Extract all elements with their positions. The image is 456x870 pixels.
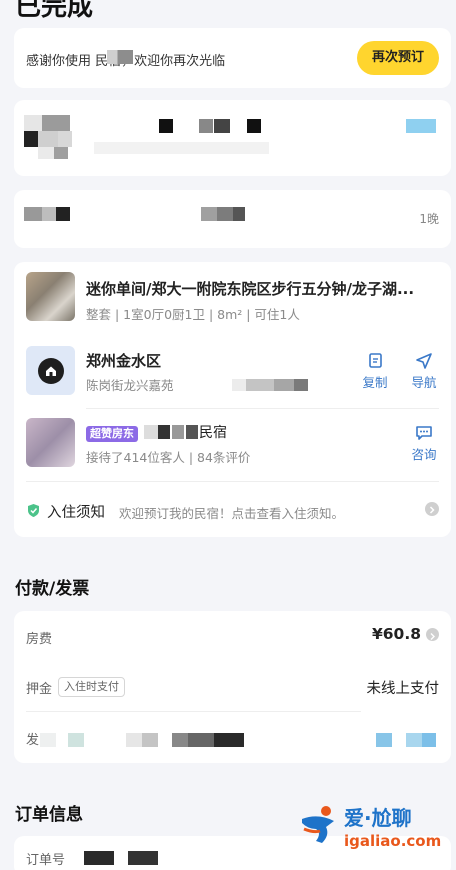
divider xyxy=(26,711,361,712)
redacted-block xyxy=(42,207,56,221)
rebook-button[interactable]: 再次预订 xyxy=(357,41,439,75)
redacted-block xyxy=(172,425,184,439)
nights-count: 1晚 xyxy=(419,212,439,226)
payment-section-title: 付款/发票 xyxy=(15,579,90,599)
stay-dates-card: 1晚 xyxy=(14,190,451,248)
consult-label: 咨询 xyxy=(411,447,437,462)
consult-host-button[interactable]: 咨询 xyxy=(406,424,442,463)
redacted-block xyxy=(422,733,436,747)
check-in-notice-text[interactable]: 欢迎预订我的民宿！点击查看入住须知。 xyxy=(119,503,344,522)
watermark-url: igaliao.com xyxy=(344,832,442,850)
redacted-block xyxy=(128,851,158,865)
watermark-brand: 爱·尬聊 xyxy=(344,806,412,830)
thanks-card: 感谢你使用 民宿，欢迎你再次光临 再次预订 xyxy=(14,28,451,88)
redacted-block xyxy=(376,733,392,747)
room-fee-value[interactable]: ¥60.8 xyxy=(372,625,421,643)
invoice-label: 发 xyxy=(26,733,40,748)
map-thumbnail[interactable] xyxy=(26,346,75,395)
room-details: 整套 | 1室0厅0厨1卫 | 8m² | 可住1人 xyxy=(86,307,300,322)
chat-bubble-icon xyxy=(416,426,432,440)
copy-icon xyxy=(369,353,382,368)
home-marker-icon xyxy=(38,358,64,384)
redacted-block xyxy=(58,131,72,147)
redacted-block xyxy=(42,115,70,131)
check-in-notice-label[interactable]: 入住须知 xyxy=(47,501,105,522)
redacted-info-card xyxy=(14,100,451,176)
check-shield-icon xyxy=(26,503,41,522)
redacted-block xyxy=(158,425,170,439)
redacted-block xyxy=(172,733,188,747)
redacted-block xyxy=(232,379,246,391)
chevron-right-icon[interactable] xyxy=(425,502,439,516)
watermark-logo-icon xyxy=(296,803,340,851)
redacted-block xyxy=(217,207,233,221)
order-number-label: 订单号 xyxy=(26,853,66,868)
payment-card: 房费 ¥60.8 押金 入住时支付 未线上支付 发 xyxy=(14,611,451,763)
fee-detail-chevron-icon[interactable] xyxy=(426,628,439,641)
host-name: 民宿 xyxy=(199,425,227,441)
order-status-title: 已完成 xyxy=(15,0,94,22)
navigate-button[interactable]: 导航 xyxy=(406,352,442,391)
redacted-block xyxy=(142,733,158,747)
redacted-block xyxy=(214,119,230,133)
navigation-arrow-icon xyxy=(416,353,432,369)
redacted-block xyxy=(126,733,142,747)
deposit-value: 未线上支付 xyxy=(366,681,440,697)
redacted-block xyxy=(406,733,422,747)
redacted-block xyxy=(24,115,42,131)
listing-card[interactable]: 迷你单间/郑大一附院东院区步行五分钟/龙子湖... 整套 | 1室0厅0厨1卫 … xyxy=(14,262,451,537)
room-title[interactable]: 迷你单间/郑大一附院东院区步行五分钟/龙子湖... xyxy=(86,278,446,299)
redacted-block xyxy=(84,851,114,865)
redacted-block xyxy=(247,119,261,133)
divider xyxy=(26,481,439,482)
room-fee-label: 房费 xyxy=(26,632,53,647)
redacted-block xyxy=(68,733,84,747)
redacted-block xyxy=(246,379,274,391)
redacted-block xyxy=(94,142,269,154)
redacted-block xyxy=(201,207,217,221)
redacted-block xyxy=(188,733,214,747)
redacted-block xyxy=(199,119,213,133)
divider xyxy=(86,408,439,409)
redacted-block xyxy=(144,425,158,439)
redacted-block xyxy=(38,131,58,147)
redacted-block xyxy=(54,147,68,159)
host-avatar[interactable] xyxy=(26,418,75,467)
district-name: 郑州金水区 xyxy=(86,352,162,370)
redacted-block xyxy=(24,207,42,221)
navigate-label: 导航 xyxy=(411,375,437,390)
redacted-block xyxy=(186,425,198,439)
redacted-block xyxy=(214,733,244,747)
redacted-brand xyxy=(107,50,133,64)
copy-address-button[interactable]: 复制 xyxy=(357,352,393,391)
redacted-block xyxy=(24,131,38,147)
order-section-title: 订单信息 xyxy=(15,805,83,825)
redacted-block xyxy=(56,207,70,221)
redacted-block xyxy=(233,207,245,221)
deposit-tag: 入住时支付 xyxy=(58,677,125,697)
redacted-block xyxy=(274,379,294,391)
street-address: 陈岗街龙兴嘉苑 xyxy=(86,378,174,393)
room-thumbnail[interactable] xyxy=(26,272,75,321)
deposit-label: 押金 xyxy=(26,682,53,697)
host-stats: 接待了414位客人 | 84条评价 xyxy=(86,450,251,465)
superhost-badge: 超赞房东 xyxy=(86,426,138,442)
copy-label: 复制 xyxy=(362,375,388,390)
redacted-block xyxy=(406,119,436,133)
redacted-block xyxy=(159,119,173,133)
redacted-block xyxy=(294,379,308,391)
redacted-block xyxy=(40,733,56,747)
